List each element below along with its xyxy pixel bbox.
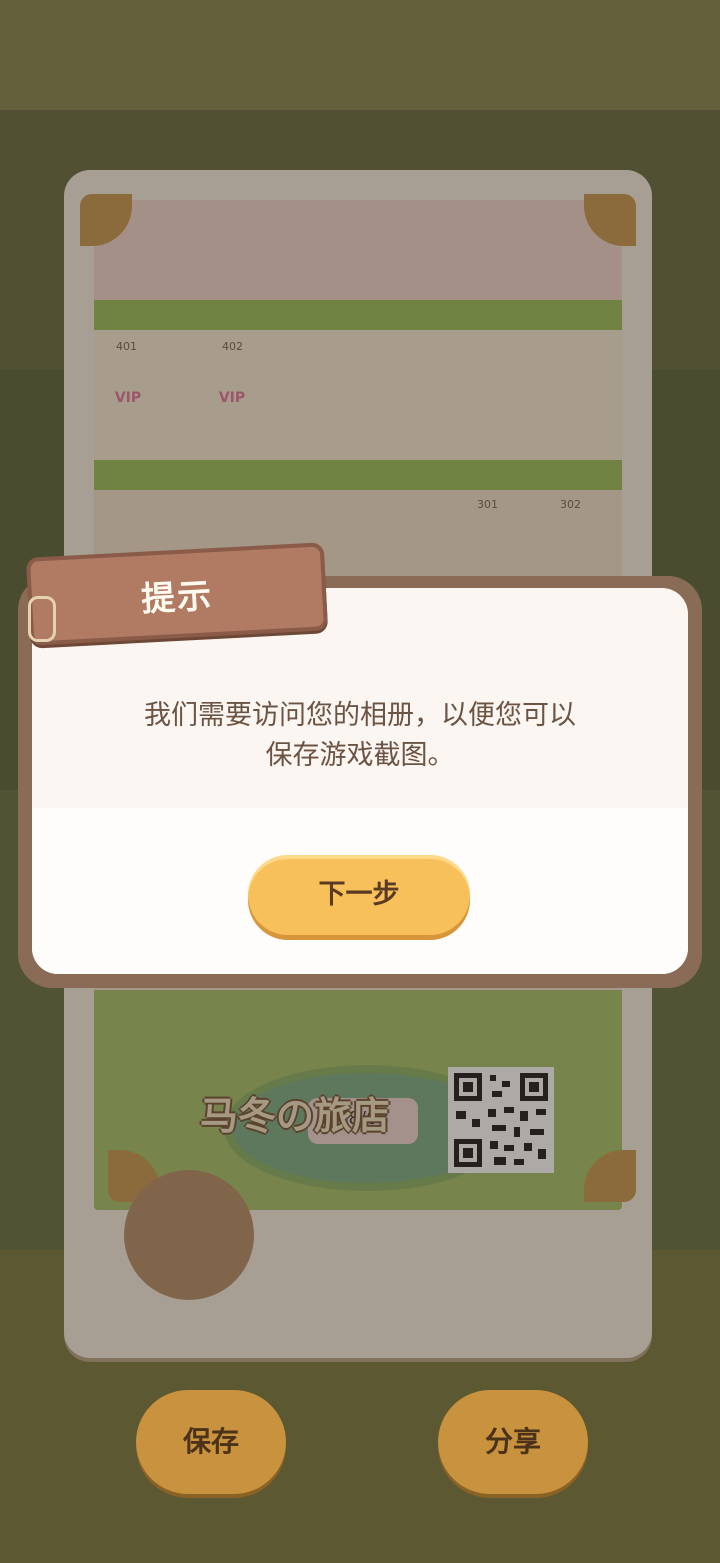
- share-button[interactable]: 分享: [438, 1390, 588, 1494]
- dialog-title: 提示: [140, 576, 215, 620]
- dialog-message-line: 我们需要访问您的相册，以便您可以: [144, 700, 576, 731]
- dialog-message-line: 保存游戏截图。: [265, 740, 455, 771]
- rope-knot-icon: [28, 596, 56, 642]
- save-button[interactable]: 保存: [136, 1390, 286, 1494]
- dialog-message: 我们需要访问您的相册，以便您可以 保存游戏截图。: [72, 696, 648, 776]
- next-step-button[interactable]: 下一步: [248, 855, 470, 935]
- dialog-title-tag: 提示: [25, 542, 329, 646]
